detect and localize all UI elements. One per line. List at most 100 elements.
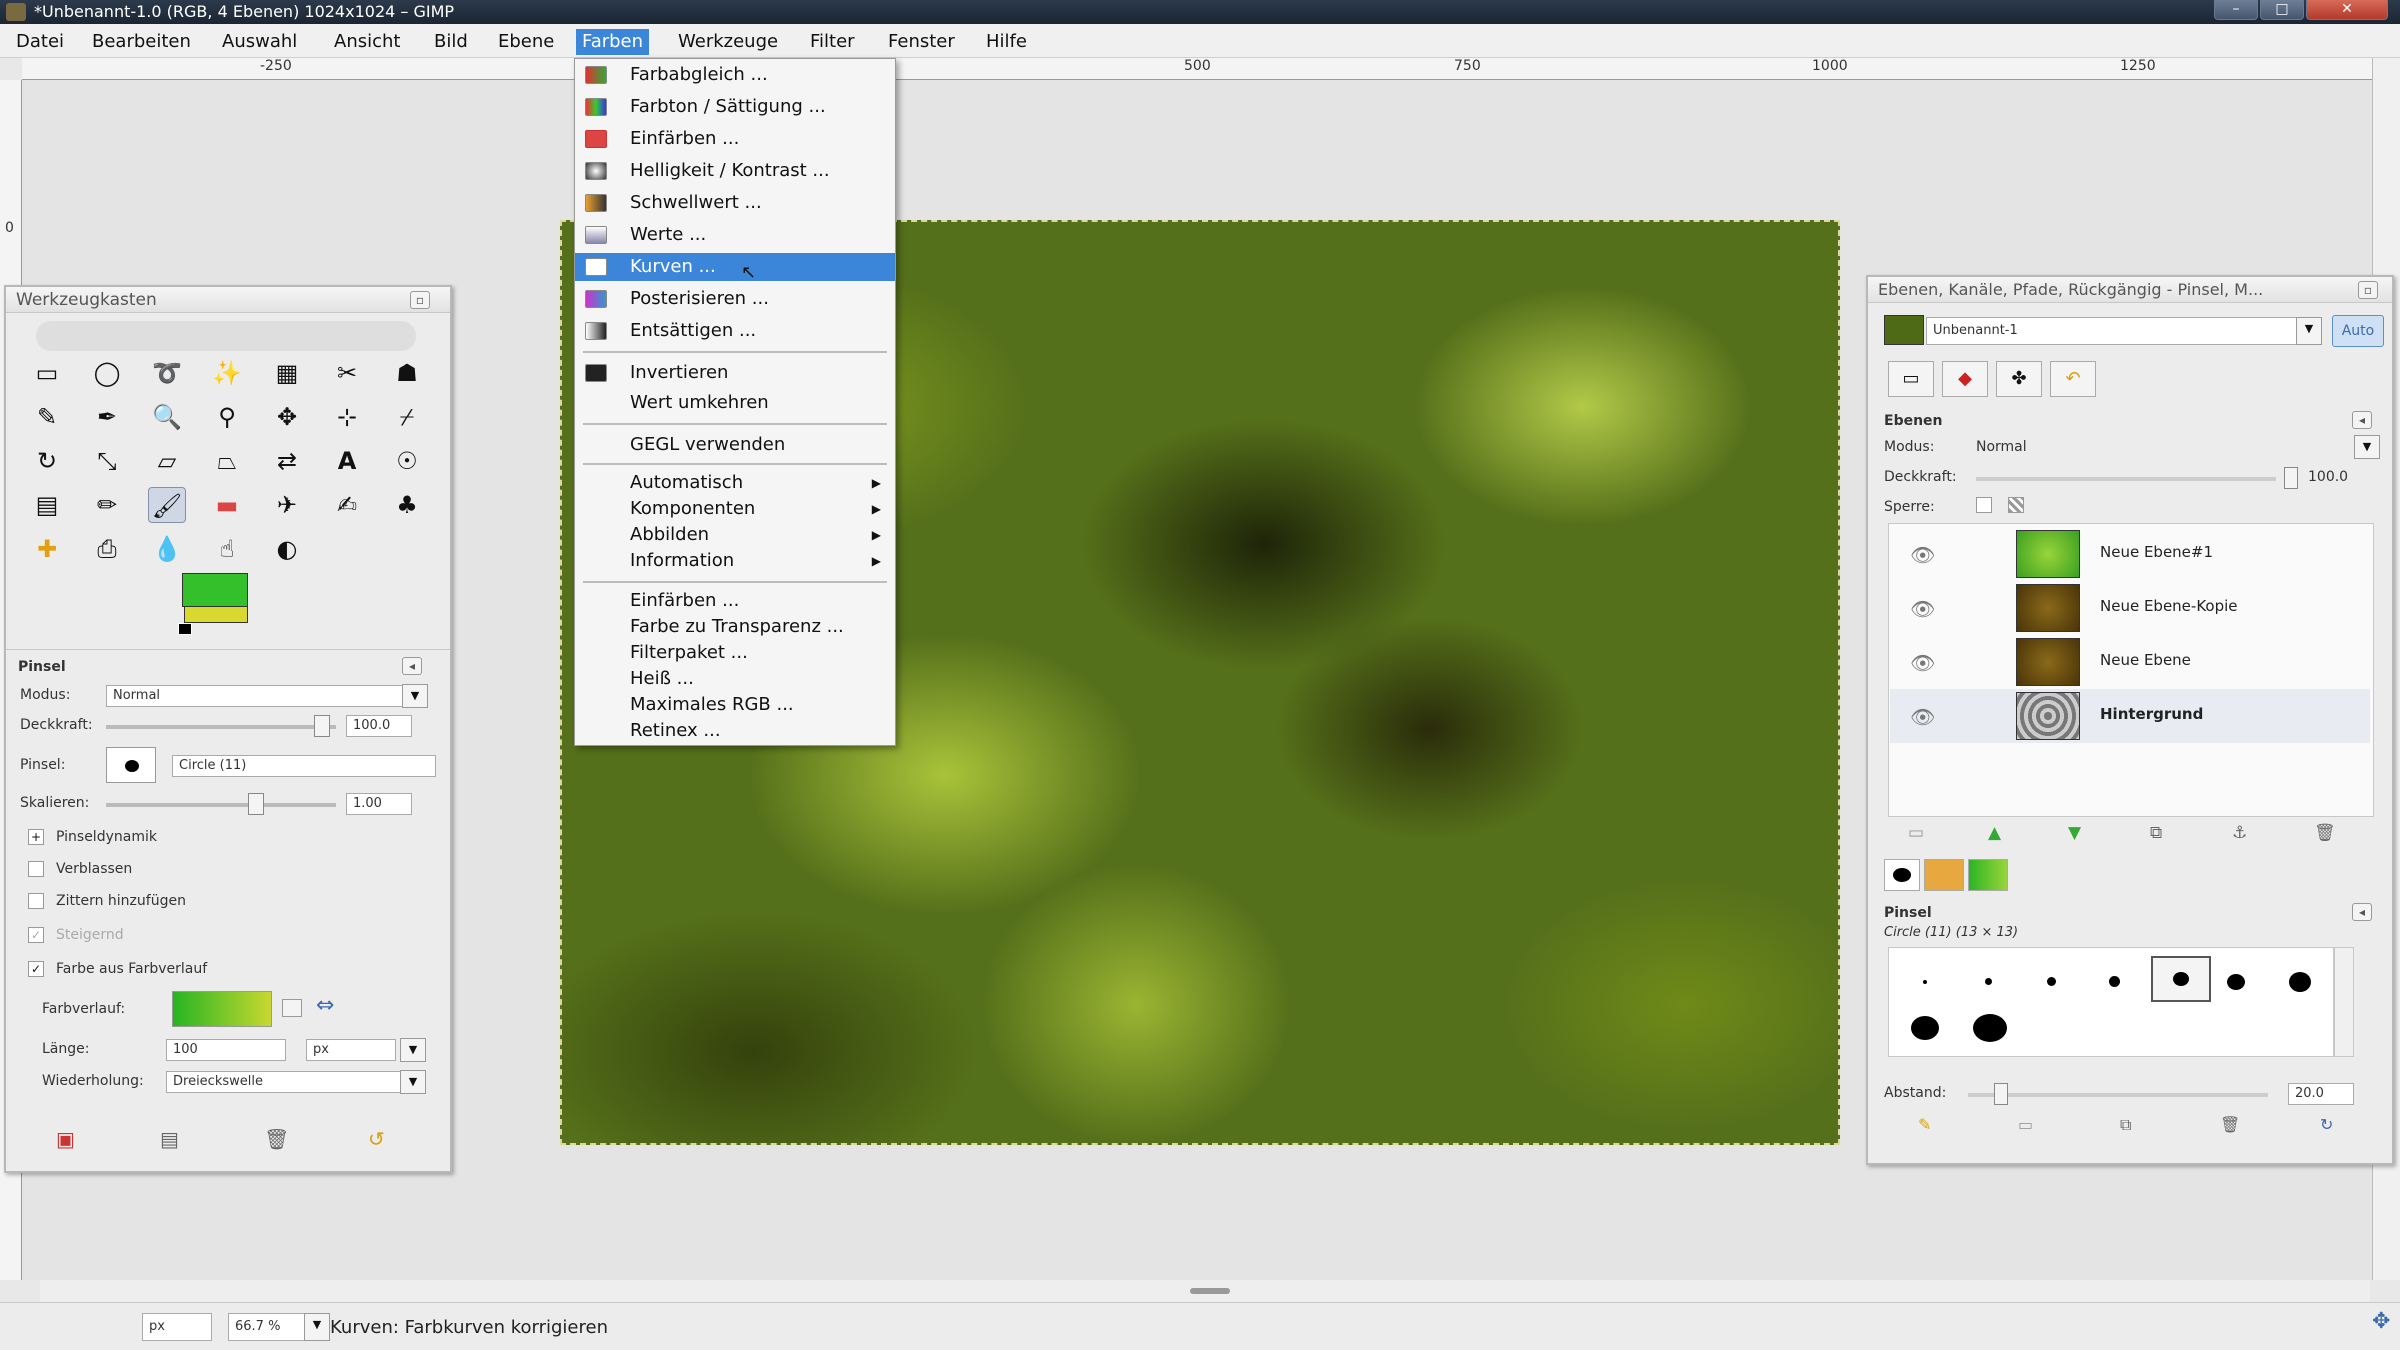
lower-layer-icon[interactable]: ▼	[2068, 823, 2081, 843]
deckkraft-input[interactable]: 100.0	[346, 715, 412, 737]
delete-options-icon[interactable]: 🗑	[264, 1127, 289, 1151]
foreground-color-swatch[interactable]	[182, 573, 248, 607]
cage-icon[interactable]: ☉	[388, 443, 426, 479]
brushes-tab[interactable]	[1884, 859, 1920, 891]
menu-ansicht[interactable]: Ansicht	[328, 29, 406, 55]
slider-handle[interactable]	[2284, 467, 2298, 489]
menuitem-einfaerben[interactable]: Einfärben ...	[575, 125, 895, 153]
text-icon[interactable]: A	[328, 443, 366, 479]
chevron-down-icon[interactable]: ▼	[400, 1070, 426, 1094]
ruler-horizontal[interactable]: -250 500 750 1000 1250	[22, 58, 2372, 80]
blend-icon[interactable]: ▤	[28, 487, 66, 523]
expander-icon[interactable]: +	[28, 829, 44, 845]
slider-handle[interactable]	[248, 793, 264, 815]
menuitem-invertieren[interactable]: Invertieren	[575, 359, 895, 387]
align-icon[interactable]: ⊹	[328, 399, 366, 435]
skalieren-input[interactable]: 1.00	[346, 793, 412, 815]
image-select[interactable]: Unbenannt-1	[1926, 317, 2306, 345]
menuitem-helligkeit-kontrast[interactable]: Helligkeit / Kontrast ...	[575, 157, 895, 185]
navigate-icon[interactable]: ✥	[2372, 1309, 2390, 1334]
menu-ebene[interactable]: Ebene	[492, 29, 560, 55]
layer-row[interactable]: 👁 Neue Ebene-Kopie	[1890, 581, 2370, 635]
perspective-clone-icon[interactable]: ⎙	[88, 531, 126, 567]
brush-dot[interactable]	[2227, 974, 2245, 990]
foreground-select-icon[interactable]: ☗	[388, 355, 426, 391]
brush-dot[interactable]	[1911, 1016, 1939, 1040]
verblassen-checkbox[interactable]	[28, 861, 44, 877]
brush-dot[interactable]	[1923, 980, 1927, 984]
airbrush-icon[interactable]: ✈	[268, 487, 306, 523]
restore-options-icon[interactable]: ▤	[160, 1127, 179, 1151]
horizontal-scrollbar[interactable]	[40, 1280, 2370, 1302]
auto-button[interactable]: Auto	[2332, 315, 2384, 347]
duplicate-brush-icon[interactable]: ⧉	[2120, 1115, 2131, 1135]
move-icon[interactable]: ✥	[268, 399, 306, 435]
chevron-down-icon[interactable]: ▼	[402, 684, 428, 708]
menuitem-posterisieren[interactable]: Posterisieren ...	[575, 285, 895, 313]
menuitem-wert-umkehren[interactable]: Wert umkehren	[575, 389, 895, 417]
edit-brush-icon[interactable]: ✎	[1918, 1115, 1931, 1134]
layer-row[interactable]: 👁 Neue Ebene	[1890, 635, 2370, 689]
eye-icon[interactable]: 👁	[1910, 597, 1935, 621]
crop-icon[interactable]: ⌿	[388, 399, 426, 435]
dodge-burn-icon[interactable]: ◐	[268, 531, 306, 567]
abstand-slider[interactable]	[1968, 1093, 2268, 1097]
menuitem-komponenten[interactable]: Komponenten ▶	[575, 495, 895, 523]
deckkraft-slider[interactable]	[106, 725, 336, 729]
minimize-button[interactable]: –	[2214, 0, 2258, 20]
menu-hilfe[interactable]: Hilfe	[980, 29, 1033, 55]
menu-datei[interactable]: Datei	[10, 29, 70, 55]
magic-wand-icon[interactable]: ✨	[208, 355, 246, 391]
zoom-icon[interactable]: 🔍	[148, 399, 186, 435]
gradients-tab[interactable]	[1968, 859, 2008, 891]
scroll-thumb[interactable]	[1190, 1288, 1230, 1294]
paths-tab-icon[interactable]: ✤	[1996, 361, 2042, 397]
layers-menu-icon[interactable]: ◂	[2352, 411, 2372, 429]
refresh-brushes-icon[interactable]: ↻	[2320, 1115, 2333, 1134]
menu-werkzeuge[interactable]: Werkzeuge	[672, 29, 784, 55]
brush-dot[interactable]	[1985, 978, 1992, 985]
delete-brush-icon[interactable]: 🗑	[2220, 1115, 2240, 1134]
chevron-down-icon[interactable]: ▼	[304, 1313, 330, 1341]
unit-select[interactable]: px	[142, 1313, 212, 1341]
eye-icon[interactable]: 👁	[1910, 705, 1935, 729]
layers-tab-icon[interactable]: ▭	[1888, 361, 1934, 397]
blur-icon[interactable]: 💧	[148, 531, 186, 567]
raise-layer-icon[interactable]: ▲	[1988, 823, 2001, 843]
scale-icon[interactable]: ⤡	[88, 443, 126, 479]
chevron-down-icon[interactable]: ▼	[2296, 317, 2322, 345]
wiederholung-select[interactable]: Dreieckswelle	[166, 1071, 402, 1093]
menu-bearbeiten[interactable]: Bearbeiten	[86, 29, 197, 55]
undo-tab-icon[interactable]: ↶	[2050, 361, 2096, 397]
brush-dot[interactable]	[2047, 977, 2056, 986]
options-menu-icon[interactable]: ◂	[402, 657, 422, 675]
reverse-gradient-icon[interactable]: ⇔	[316, 993, 334, 1018]
brush-preview[interactable]	[106, 747, 156, 783]
menuitem-kurven[interactable]: Kurven ... ↖	[575, 253, 895, 283]
menu-filter[interactable]: Filter	[804, 29, 861, 55]
gradient-edit-icon[interactable]	[282, 999, 302, 1017]
close-icon[interactable]: ▫	[2358, 281, 2378, 299]
paintbrush-icon[interactable]: 🖌	[148, 487, 186, 523]
menu-fenster[interactable]: Fenster	[882, 29, 961, 55]
layer-opacity-slider[interactable]	[1976, 477, 2276, 481]
menuitem-entsaettigen[interactable]: Entsättigen ...	[575, 317, 895, 345]
menuitem-maximales-rgb[interactable]: Maximales RGB ...	[575, 691, 895, 719]
menuitem-abbilden[interactable]: Abbilden ▶	[575, 521, 895, 549]
layer-row-selected[interactable]: 👁 Hintergrund	[1890, 689, 2370, 743]
zittern-checkbox[interactable]	[28, 893, 44, 909]
menuitem-schwellwert[interactable]: Schwellwert ...	[575, 189, 895, 217]
menu-auswahl[interactable]: Auswahl	[216, 29, 303, 55]
clone-icon[interactable]: ♣	[388, 487, 426, 523]
brush-dot[interactable]	[1973, 1014, 2007, 1042]
shear-icon[interactable]: ▱	[148, 443, 186, 479]
brush-dot[interactable]	[2289, 972, 2311, 992]
measure-icon[interactable]: ⚲	[208, 399, 246, 435]
eye-icon[interactable]: 👁	[1910, 651, 1935, 675]
brush-dot[interactable]	[2109, 976, 2120, 987]
paths-icon[interactable]: ✎	[28, 399, 66, 435]
menuitem-filterpaket[interactable]: Filterpaket ...	[575, 639, 895, 667]
lock-pixels-checkbox[interactable]	[1976, 497, 1992, 513]
new-layer-icon[interactable]: ▭	[1908, 823, 1924, 843]
zoom-select[interactable]: 66.7 %	[228, 1313, 308, 1341]
